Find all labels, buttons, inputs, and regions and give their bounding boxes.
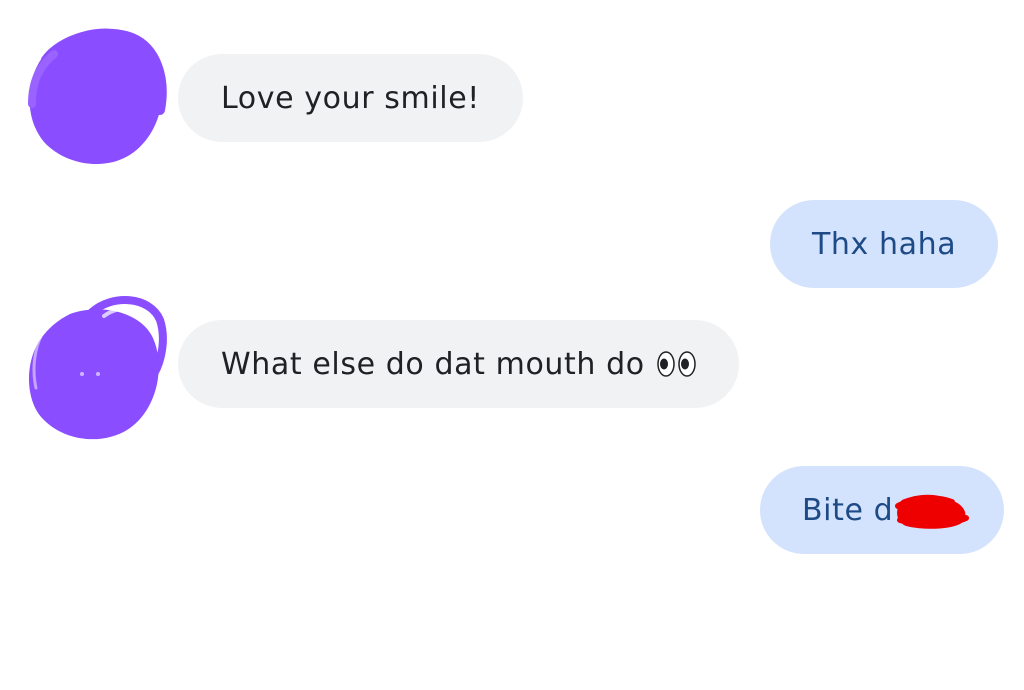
- avatar-scribble: [29, 296, 167, 440]
- message-text: Love your smile!: [221, 80, 480, 116]
- redaction-scribble: [892, 490, 972, 538]
- avatar-scribble: [28, 28, 167, 165]
- message-text: Thx haha: [812, 226, 957, 262]
- message-text: Bite d: [802, 492, 894, 528]
- message-text: What else do dat mouth do: [221, 346, 645, 382]
- message-bubble-incoming[interactable]: What else do dat mouth do: [178, 320, 739, 408]
- avatar[interactable]: [20, 20, 170, 180]
- message-bubble-outgoing[interactable]: Thx haha: [770, 200, 999, 288]
- eyes-emoji-icon: [657, 351, 696, 377]
- avatar[interactable]: [20, 290, 170, 450]
- chat-thread: Love your smile! Thx haha What else do d…: [0, 0, 1024, 690]
- message-bubble-incoming[interactable]: Love your smile!: [178, 54, 523, 142]
